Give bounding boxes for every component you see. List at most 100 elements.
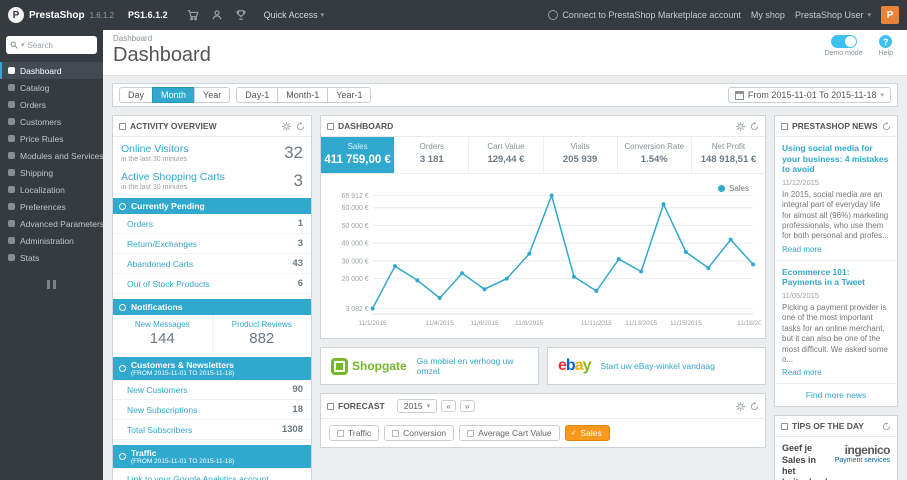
customers-icon — [8, 118, 15, 125]
new-messages-stat[interactable]: New Messages 144 — [113, 315, 212, 352]
user-avatar[interactable]: P — [881, 6, 899, 24]
forecast-next-button[interactable]: » — [459, 400, 475, 412]
sidebar-item-localization[interactable]: Localization — [0, 181, 103, 198]
kpi-value: 411 759,00 € — [324, 154, 391, 166]
date-range-picker[interactable]: From 2015-11-01 To 2015-11-18 ▾ — [727, 87, 891, 103]
sidebar-item-customers[interactable]: Customers — [0, 113, 103, 130]
online-visitors-link[interactable]: Online Visitors — [121, 143, 189, 155]
new-customers-link[interactable]: New Customers — [127, 385, 187, 395]
svg-text:66 912 €: 66 912 € — [342, 193, 369, 200]
shopgate-link[interactable]: Ga mobiel en verhoog uw omzet — [417, 356, 528, 376]
ebay-letter: a — [574, 357, 584, 374]
gear-icon[interactable] — [282, 121, 291, 131]
search-input[interactable] — [27, 40, 93, 50]
sidebar-item-modules[interactable]: Modules and Services — [0, 147, 103, 164]
sidebar-item-shipping[interactable]: Shipping — [0, 164, 103, 181]
gear-icon[interactable] — [736, 401, 745, 411]
pill-label: Conversion — [403, 428, 447, 438]
customers-icon[interactable] — [210, 8, 224, 22]
read-more-link[interactable]: Read more — [782, 245, 890, 254]
forecast-toggle-sales[interactable]: ✓ Sales — [564, 425, 610, 441]
ebay-link[interactable]: Start uw eBay-winkel vandaag — [601, 361, 715, 371]
news-article-title-link[interactable]: Ecommerce 101: Payments in a Tweet — [782, 267, 890, 288]
find-more-news-link[interactable]: Find more news — [775, 384, 897, 406]
marketplace-link[interactable]: Connect to PrestaShop Marketplace accoun… — [548, 10, 741, 20]
gear-icon[interactable] — [736, 121, 745, 131]
day-1-button[interactable]: Day-1 — [236, 87, 279, 103]
month-button[interactable]: Month — [152, 87, 196, 103]
sidebar-collapse-icon[interactable] — [47, 280, 56, 289]
pending-orders-link[interactable]: Orders — [127, 219, 153, 229]
forecast-year-select[interactable]: 2015 ▾ — [396, 399, 438, 413]
returns-link[interactable]: Return/Exchanges — [127, 239, 197, 249]
kpi-conversion-rate[interactable]: Conversion Rate 1.54% — [618, 137, 692, 173]
news-article-title-link[interactable]: Using social media for your business: 4 … — [782, 143, 890, 175]
news-article-date: 11/12/2015 — [782, 177, 819, 187]
total-subscribers-link[interactable]: Total Subscribers — [127, 425, 192, 435]
chevron-down-icon: ▾ — [880, 92, 884, 99]
sidebar-item-price-rules[interactable]: Price Rules — [0, 130, 103, 147]
sidebar-item-administration[interactable]: Administration — [0, 232, 103, 249]
kpi-net-profit[interactable]: Net Profit 148 918,51 € — [692, 137, 765, 173]
read-more-link[interactable]: Read more — [782, 368, 890, 377]
refresh-icon[interactable] — [750, 401, 759, 411]
chart-legend[interactable]: Sales — [717, 184, 749, 193]
kpi-cart-value[interactable]: Cart Value 129,44 € — [469, 137, 544, 173]
year-1-button[interactable]: Year-1 — [327, 87, 372, 103]
sidebar-item-catalog[interactable]: Catalog — [0, 79, 103, 96]
kpi-sales[interactable]: Sales 411 759,00 € — [321, 137, 396, 173]
month-1-button[interactable]: Month-1 — [277, 87, 329, 103]
forecast-toggle-conversion[interactable]: Conversion — [384, 425, 455, 441]
svg-text:3 082 €: 3 082 € — [346, 306, 369, 313]
product-reviews-stat[interactable]: Product Reviews 882 — [211, 315, 312, 352]
abandoned-carts-link[interactable]: Abandoned Carts — [127, 259, 193, 269]
sidebar-search[interactable]: ▾ — [6, 36, 97, 54]
svg-text:11/4/2015: 11/4/2015 — [426, 320, 455, 327]
kpi-orders[interactable]: Orders 3 181 — [395, 137, 470, 173]
dashboard-panel-icon — [327, 122, 334, 130]
orders-cart-icon[interactable] — [186, 8, 200, 22]
forecast-toggle-traffic[interactable]: Traffic — [329, 425, 380, 441]
dashboard-panel: DASHBOARD Sales 411 759,00 € Orders 3 18… — [320, 115, 766, 339]
total-subscribers-value: 1308 — [281, 424, 303, 435]
sidebar-item-stats[interactable]: Stats — [0, 249, 103, 266]
forecast-prev-button[interactable]: « — [441, 400, 456, 412]
breadcrumb[interactable]: Dashboard — [113, 34, 897, 43]
demo-mode-toggle[interactable] — [830, 35, 857, 48]
ingenico-subtitle: Payment services — [834, 457, 890, 465]
product-reviews-value: 882 — [249, 330, 275, 347]
sidebar-item-advanced-parameters[interactable]: Advanced Parameters — [0, 215, 103, 232]
refresh-icon[interactable] — [296, 121, 305, 131]
google-analytics-link[interactable]: Link to your Google Analytics account — [127, 474, 269, 480]
svg-text:40 000 €: 40 000 € — [342, 241, 369, 248]
sidebar-item-dashboard[interactable]: Dashboard — [0, 62, 103, 79]
sidebar-item-label: Localization — [20, 184, 65, 195]
ingenico-logo: ingenico Payment services — [834, 443, 891, 465]
refresh-icon[interactable] — [882, 421, 891, 431]
user-menu[interactable]: PrestaShop User ▾ — [795, 10, 871, 20]
year-button[interactable]: Year — [194, 87, 231, 103]
returns-value: 3 — [297, 238, 303, 249]
traffic-title: Traffic — [131, 448, 157, 458]
prestashop-logo[interactable]: P PrestaShop 1.6.1.2 — [8, 7, 114, 23]
help-icon[interactable]: ? — [879, 35, 893, 48]
quick-access-menu[interactable]: Quick Access ▾ — [264, 10, 325, 20]
day-button[interactable]: Day — [119, 87, 154, 103]
wrench-icon — [8, 220, 15, 227]
sidebar-item-preferences[interactable]: Preferences — [0, 198, 103, 215]
ebay-letter: b — [565, 357, 576, 374]
forecast-toggle-average-cart-value[interactable]: Average Cart Value — [459, 425, 560, 441]
top-bar: P PrestaShop 1.6.1.2 PS1.6.1.2 Quick Acc… — [0, 0, 907, 30]
refresh-icon[interactable] — [750, 121, 759, 131]
refresh-icon[interactable] — [882, 121, 891, 131]
badges-trophy-icon[interactable] — [234, 8, 248, 22]
page-header: Dashboard Dashboard Demo mode ? Help — [103, 30, 907, 76]
active-carts-sub: in the last 30 minutes — [121, 184, 188, 191]
sidebar-item-orders[interactable]: Orders — [0, 96, 103, 113]
new-subscriptions-link[interactable]: New Subscriptions — [127, 405, 197, 415]
kpi-visits[interactable]: Visits 205 939 — [544, 137, 618, 173]
out-of-stock-link[interactable]: Out of Stock Products — [127, 279, 210, 289]
my-shop-link[interactable]: My shop — [751, 10, 785, 20]
active-carts-link[interactable]: Active Shopping Carts — [121, 171, 225, 183]
shopgate-module-ad: Shopgate Ga mobiel en verhoog uw omzet — [320, 347, 539, 385]
